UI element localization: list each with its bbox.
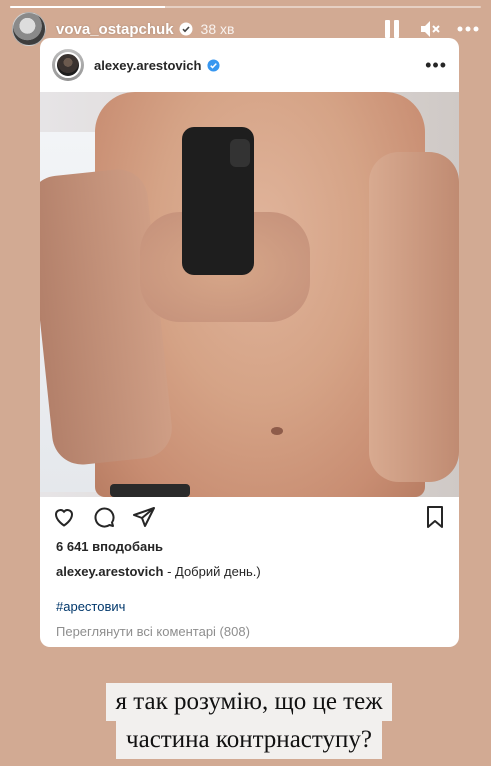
story-progress-fill [10,6,166,8]
photo-phone [182,127,254,275]
post-hashtag[interactable]: #арестович [40,579,459,614]
verified-badge-icon [179,22,193,36]
post-caption: alexey.arestovich - Добрий день.) [40,556,459,579]
photo-phone-camera [230,139,250,167]
overlay-line-2: частина контрнаступу? [116,721,382,759]
heart-icon[interactable] [52,505,76,529]
post-avatar [55,52,81,78]
post-more-button[interactable]: ••• [425,55,447,76]
share-icon[interactable] [132,505,156,529]
post-action-bar [40,497,459,537]
post-header: alexey.arestovich ••• [40,38,459,92]
pause-icon[interactable] [381,18,403,40]
mute-icon[interactable] [419,18,441,40]
story-text-overlay: я так розумію, що це теж частина контрна… [70,683,428,759]
caption-username[interactable]: alexey.arestovich [56,564,163,579]
story-progress-bar [10,6,481,8]
post-likes-count[interactable]: 6 641 вподобань [40,537,459,556]
story-username[interactable]: vova_ostapchuk [56,21,174,38]
bookmark-icon[interactable] [423,505,447,529]
photo-arm-right [369,152,459,482]
comment-icon[interactable] [92,505,116,529]
post-photo[interactable] [40,92,459,497]
story-controls [381,18,479,40]
caption-text: - Добрий день.) [163,564,261,579]
photo-navel [271,427,283,435]
view-comments-link[interactable]: Переглянути всі коментарі (808) [40,614,459,639]
verified-badge-icon [206,58,220,72]
overlay-line-1: я так розумію, що це теж [105,683,393,721]
post-username[interactable]: alexey.arestovich [94,58,201,73]
post-avatar-ring[interactable] [52,49,84,81]
embedded-post-card[interactable]: alexey.arestovich ••• 6 641 вподобань al… [40,38,459,647]
story-timestamp: 38 хв [200,21,235,37]
more-icon[interactable] [457,18,479,40]
photo-shorts [110,484,190,497]
story-avatar[interactable] [12,12,46,46]
